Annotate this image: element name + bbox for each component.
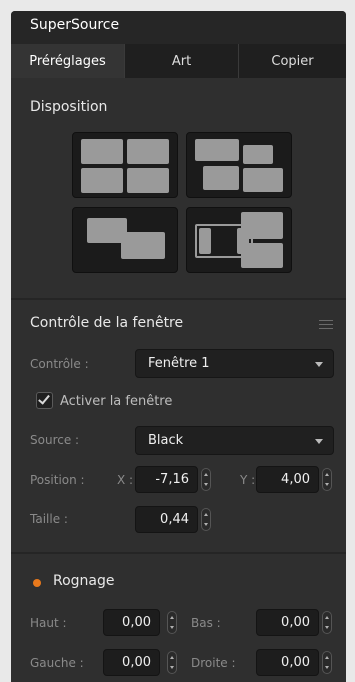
stepper-up-icon[interactable] bbox=[204, 473, 208, 476]
supersource-panel: SuperSource Préréglages Art Copier Dispo… bbox=[11, 11, 346, 682]
layout-box bbox=[243, 168, 283, 192]
stepper-up-icon[interactable] bbox=[325, 656, 329, 659]
layout-offset-button[interactable] bbox=[186, 132, 292, 198]
x-label: X : bbox=[117, 473, 134, 487]
crop-left-field[interactable]: 0,00 bbox=[103, 649, 160, 676]
layout-box bbox=[243, 145, 273, 164]
layout-box bbox=[121, 232, 165, 259]
source-label: Source : bbox=[30, 433, 80, 447]
stepper-down-icon[interactable] bbox=[325, 483, 329, 486]
tab-copy[interactable]: Copier bbox=[239, 44, 346, 78]
stepper-down-icon[interactable] bbox=[204, 483, 208, 486]
source-value: Black bbox=[148, 433, 184, 448]
section-divider bbox=[11, 298, 346, 300]
crop-bottom-label: Bas : bbox=[191, 616, 221, 630]
stepper-down-icon[interactable] bbox=[170, 626, 174, 629]
window-control-title: Contrôle de la fenêtre bbox=[30, 315, 184, 331]
control-label: Contrôle : bbox=[30, 357, 89, 371]
stepper-up-icon[interactable] bbox=[170, 656, 174, 659]
layout-quad-button[interactable] bbox=[72, 132, 178, 198]
layout-box bbox=[127, 139, 169, 164]
crop-title: Rognage bbox=[53, 573, 115, 589]
position-x-field[interactable]: -7,16 bbox=[135, 466, 198, 493]
checkmark-icon bbox=[38, 392, 50, 405]
crop-bottom-field[interactable]: 0,00 bbox=[256, 609, 319, 636]
tab-art[interactable]: Art bbox=[125, 44, 239, 78]
layout-split-button[interactable] bbox=[186, 207, 292, 273]
layout-box bbox=[81, 168, 123, 193]
crop-right-label: Droite : bbox=[191, 656, 236, 670]
stepper-up-icon[interactable] bbox=[325, 473, 329, 476]
stepper-up-icon[interactable] bbox=[204, 513, 208, 516]
chevron-down-icon bbox=[315, 362, 323, 367]
crop-left-stepper[interactable] bbox=[167, 651, 177, 674]
tab-bar: Préréglages Art Copier bbox=[11, 44, 346, 78]
layout-box bbox=[237, 228, 249, 254]
section-divider bbox=[11, 552, 346, 554]
crop-top-field[interactable]: 0,00 bbox=[103, 609, 160, 636]
stepper-up-icon[interactable] bbox=[170, 616, 174, 619]
chevron-down-icon bbox=[315, 439, 323, 444]
crop-right-field[interactable]: 0,00 bbox=[256, 649, 319, 676]
stepper-down-icon[interactable] bbox=[325, 626, 329, 629]
enable-window-checkbox[interactable] bbox=[36, 392, 53, 409]
position-x-stepper[interactable] bbox=[201, 468, 211, 491]
tab-presets[interactable]: Préréglages bbox=[11, 44, 125, 78]
stepper-up-icon[interactable] bbox=[325, 616, 329, 619]
crop-indicator-dot[interactable] bbox=[33, 579, 41, 587]
size-label: Taille : bbox=[30, 512, 68, 526]
layout-box bbox=[81, 139, 123, 164]
panel-title: SuperSource bbox=[11, 11, 346, 44]
source-dropdown[interactable]: Black bbox=[135, 426, 334, 455]
crop-left-label: Gauche : bbox=[30, 656, 84, 670]
layout-box bbox=[127, 168, 169, 193]
y-label: Y : bbox=[240, 473, 256, 487]
size-stepper[interactable] bbox=[201, 508, 211, 531]
position-y-stepper[interactable] bbox=[322, 468, 332, 491]
menu-icon[interactable] bbox=[319, 320, 333, 329]
stepper-down-icon[interactable] bbox=[325, 666, 329, 669]
layout-box bbox=[195, 139, 239, 161]
crop-top-label: Haut : bbox=[30, 616, 67, 630]
enable-window-label: Activer la fenêtre bbox=[60, 394, 173, 409]
control-dropdown[interactable]: Fenêtre 1 bbox=[135, 349, 334, 378]
position-label: Position : bbox=[30, 473, 85, 487]
crop-right-stepper[interactable] bbox=[322, 651, 332, 674]
crop-top-stepper[interactable] bbox=[167, 611, 177, 634]
control-value: Fenêtre 1 bbox=[148, 356, 210, 371]
layout-box bbox=[203, 166, 239, 190]
stepper-down-icon[interactable] bbox=[204, 523, 208, 526]
stepper-down-icon[interactable] bbox=[170, 666, 174, 669]
layout-box bbox=[199, 228, 211, 254]
position-y-field[interactable]: 4,00 bbox=[256, 466, 319, 493]
size-field[interactable]: 0,44 bbox=[135, 506, 198, 533]
crop-bottom-stepper[interactable] bbox=[322, 611, 332, 634]
layout-pip-button[interactable] bbox=[72, 207, 178, 273]
disposition-title: Disposition bbox=[30, 99, 108, 115]
